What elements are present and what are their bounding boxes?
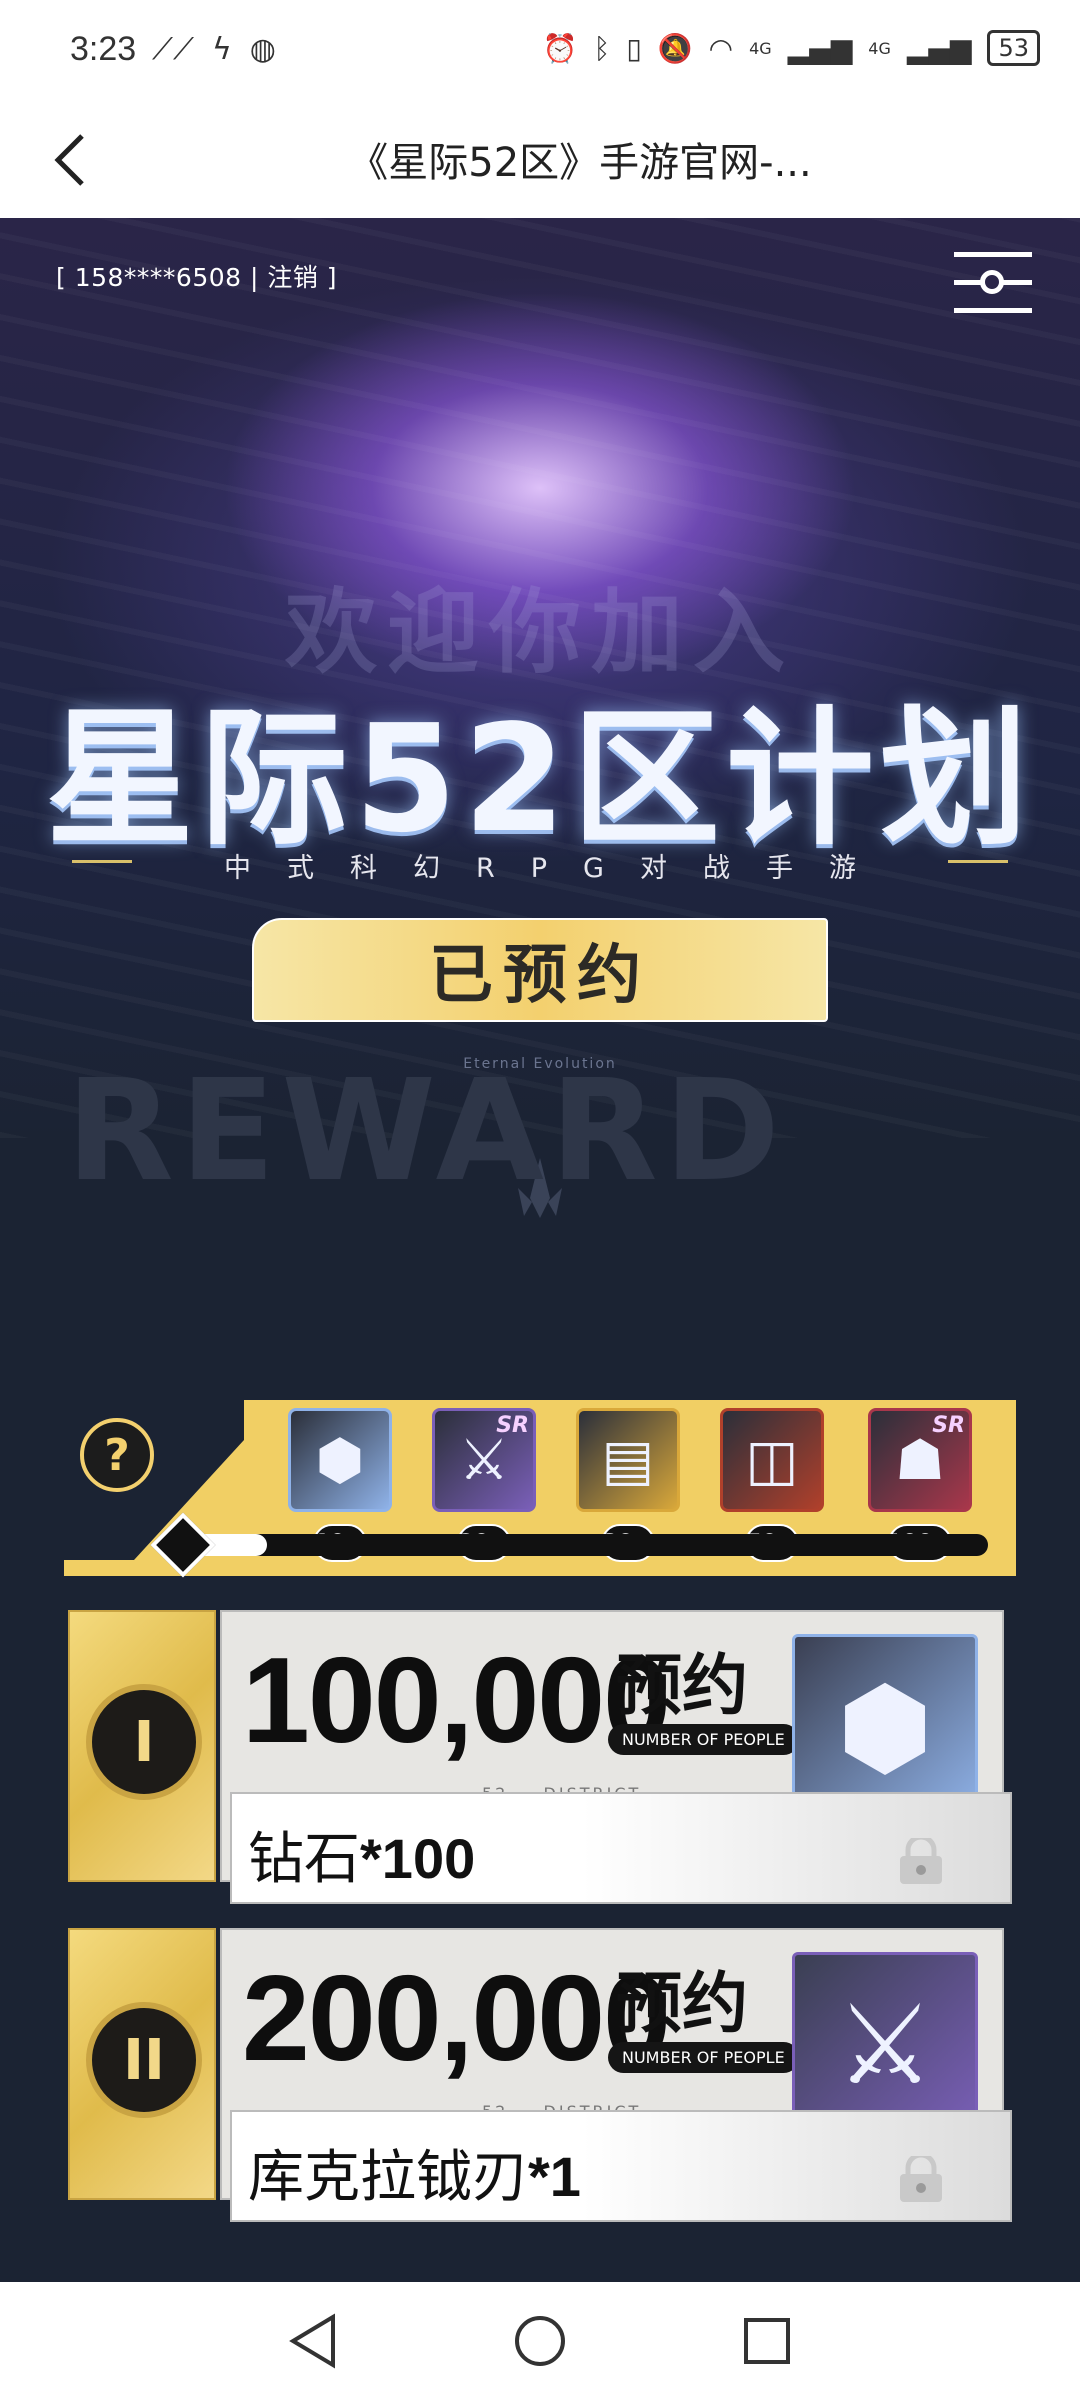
lock-icon xyxy=(900,1838,942,1884)
lock-icon xyxy=(900,2156,942,2202)
menu-button[interactable] xyxy=(954,252,1032,316)
help-button[interactable]: ? xyxy=(80,1418,154,1492)
back-button[interactable] xyxy=(30,120,110,200)
wifi-icon: ◠ xyxy=(708,31,734,65)
nav-home-icon[interactable] xyxy=(512,2313,568,2369)
tier-number: II xyxy=(86,2002,202,2118)
reservation-label: 预约 xyxy=(616,1647,748,1724)
reservation-count: 100,000 xyxy=(242,1632,671,1768)
battery-indicator: 53 xyxy=(987,30,1040,66)
reservation-label: 预约 xyxy=(616,1965,748,2042)
milestone-1[interactable]: ⬢ xyxy=(288,1408,392,1512)
card-body: 100,000 预约 NUMBER OF PEOPLE 52 — DISTRIC… xyxy=(220,1610,1012,1904)
slider-knob-icon xyxy=(980,270,1004,294)
chevron-left-icon xyxy=(54,134,84,186)
card-icon: ▤ xyxy=(601,1427,655,1493)
scythe-icon: ⚔ xyxy=(835,1981,935,2109)
frame-icon: ◫ xyxy=(745,1427,799,1493)
nav-recents-icon[interactable] xyxy=(741,2315,793,2367)
bluetooth-icon: ᛒ xyxy=(593,31,611,65)
account-info[interactable]: [ 158****6508 | 注销 ] xyxy=(56,258,337,294)
rarity-badge: SR xyxy=(932,1413,965,1438)
milestone-4[interactable]: ◫ xyxy=(720,1408,824,1512)
tier-badge: II xyxy=(68,1928,216,2200)
flash-icon: ϟ xyxy=(212,32,232,67)
title-bar: 《星际52区》手游官网-... xyxy=(0,100,1080,218)
mute-icon: 🔕 xyxy=(657,31,693,65)
milestone-2[interactable]: ⚔ SR xyxy=(432,1408,536,1512)
people-tag: NUMBER OF PEOPLE xyxy=(608,1724,799,1755)
alarm-icon: ⏰ xyxy=(542,31,578,65)
progress-track xyxy=(168,1534,988,1556)
network-label-1: 4G xyxy=(749,38,772,58)
reward-card: II 200,000 预约 NUMBER OF PEOPLE 52 — DIST… xyxy=(68,1928,1012,2222)
reward-heading: REWARD xyxy=(66,1050,786,1213)
reward-item-quantity: *100 xyxy=(360,1827,476,1890)
game-subtitle: 中式科幻RPG对战手游 xyxy=(224,853,892,884)
navigation-bar xyxy=(0,2282,1080,2400)
status-bar: 3:23 ⟋⟋ ϟ ◍ ⏰ ᛒ ▯ 🔕 ◠ 4G ▂▄▆ 4G ▂▄▆ 53 xyxy=(0,0,1080,100)
milestone-5[interactable]: ☗ SR xyxy=(868,1408,972,1512)
diamond-icon: ⬢ xyxy=(315,1427,365,1493)
reserve-button[interactable]: 已预约 xyxy=(252,918,828,1022)
signal-icon: ▂▄▆ xyxy=(787,31,853,65)
reward-item-name: 钻石 xyxy=(248,1827,360,1892)
signal-icon: ▂▄▆ xyxy=(906,31,972,65)
hero-banner: [ 158****6508 | 注销 ] 欢迎你加入 星际52区计划 中式科幻R… xyxy=(0,218,1080,1138)
card-body: 200,000 预约 NUMBER OF PEOPLE 52 — DISTRIC… xyxy=(220,1928,1012,2222)
reservation-count: 200,000 xyxy=(242,1950,671,2086)
reserve-button-label: 已预约 xyxy=(429,939,651,1013)
reward-item-name: 库克拉钺刃 xyxy=(248,2145,528,2210)
diamond-icon: ⬢ xyxy=(836,1663,934,1791)
milestone-3[interactable]: ▤ xyxy=(576,1408,680,1512)
page-title: 《星际52区》手游官网-... xyxy=(348,140,812,186)
game-title: 星际52区计划 xyxy=(46,693,1034,865)
vibrate-icon: ▯ xyxy=(626,31,642,65)
status-time: 3:23 xyxy=(70,30,137,68)
link-icon: ⟋⟋ xyxy=(152,32,194,67)
rarity-badge: SR xyxy=(496,1413,529,1438)
globe-icon: ◍ xyxy=(249,32,276,67)
reward-card: I 100,000 预约 NUMBER OF PEOPLE 52 — DISTR… xyxy=(68,1610,1012,1904)
network-label-2: 4G xyxy=(868,38,891,58)
nav-back-icon[interactable] xyxy=(287,2313,339,2369)
tier-badge: I xyxy=(68,1610,216,1882)
reward-item-quantity: *1 xyxy=(528,2145,581,2208)
tier-number: I xyxy=(86,1684,202,1800)
people-tag: NUMBER OF PEOPLE xyxy=(608,2042,799,2073)
